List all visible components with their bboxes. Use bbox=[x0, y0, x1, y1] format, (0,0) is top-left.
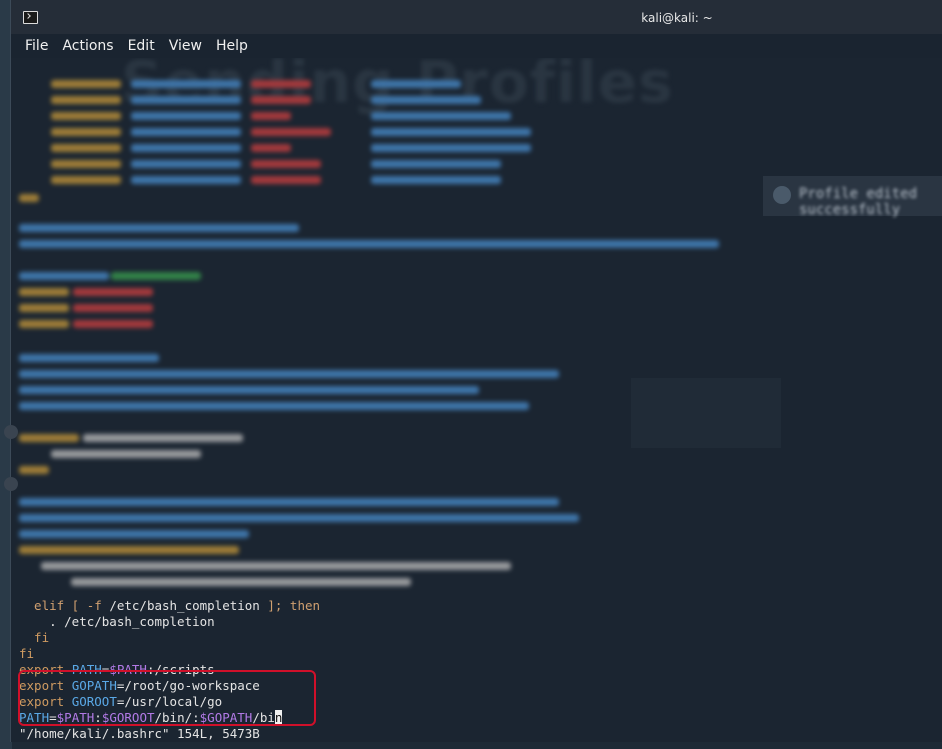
window-title: kali@kali: ~ bbox=[641, 11, 713, 25]
toast-text: Profile edited successfully bbox=[799, 186, 918, 218]
menu-actions[interactable]: Actions bbox=[60, 34, 121, 58]
code-text: /etc/bash_completion bbox=[109, 598, 260, 613]
highlight-annotation bbox=[18, 670, 316, 726]
code-line: fi bbox=[19, 630, 942, 646]
menubar: File Actions Edit View Help bbox=[11, 34, 260, 58]
terminal-area[interactable]: Sending Profiles bbox=[11, 58, 942, 742]
code-text: elif [ -f bbox=[19, 598, 110, 613]
success-icon bbox=[773, 186, 791, 204]
status-line: "/home/kali/.bashrc" 154L, 5473B bbox=[19, 726, 942, 742]
terminal-window: kali@kali: ~ File Actions Edit View Help… bbox=[10, 0, 942, 742]
code-text: fi bbox=[19, 630, 50, 645]
desktop-circle-icon bbox=[4, 425, 18, 439]
code-text: . /etc/bash_completion bbox=[19, 614, 215, 629]
code-line: . /etc/bash_completion bbox=[19, 614, 942, 630]
menu-file[interactable]: File bbox=[23, 34, 56, 58]
background-panel bbox=[631, 378, 781, 448]
code-text: ]; then bbox=[259, 598, 321, 613]
file-status: "/home/kali/.bashrc" 154L, 5473B bbox=[19, 726, 260, 741]
menu-view[interactable]: View bbox=[167, 34, 210, 58]
menu-edit[interactable]: Edit bbox=[126, 34, 163, 58]
code-line: elif [ -f /etc/bash_completion ]; then bbox=[19, 598, 942, 614]
titlebar: kali@kali: ~ File Actions Edit View Help bbox=[11, 0, 942, 54]
background-toast: Profile edited successfully bbox=[763, 176, 942, 218]
menu-help[interactable]: Help bbox=[214, 34, 256, 58]
blurred-background: Sending Profiles bbox=[11, 58, 942, 598]
code-line: fi bbox=[19, 646, 942, 662]
desktop-circle-icon bbox=[4, 477, 18, 491]
code-text: fi bbox=[19, 646, 35, 661]
